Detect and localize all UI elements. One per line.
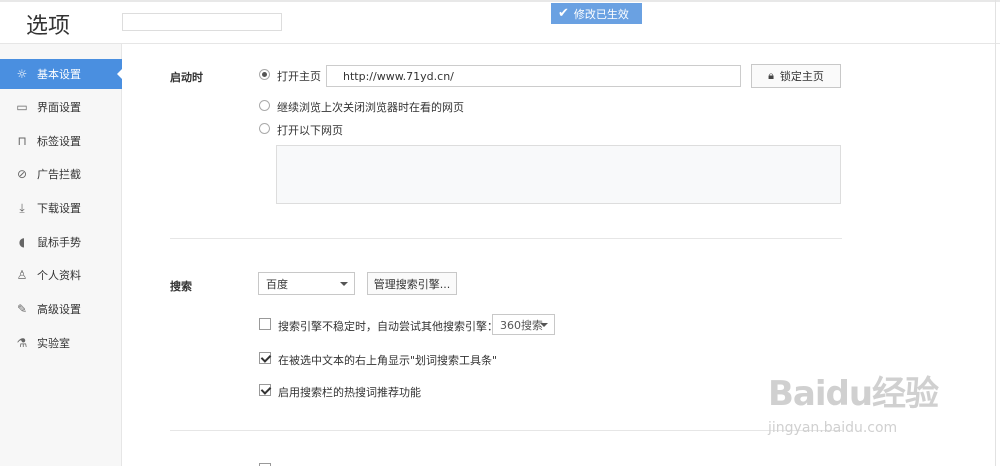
sidebar-item-lab[interactable]: ⚗ 实验室 <box>0 328 122 358</box>
search-section-label: 搜索 <box>170 280 192 293</box>
search-input[interactable] <box>122 13 282 31</box>
manage-search-engines-button[interactable]: 管理搜索引擎... <box>367 272 457 295</box>
sidebar-item-label: 广告拦截 <box>37 168 81 181</box>
watermark-brand: Baidu经验 <box>768 374 939 414</box>
top-border <box>0 0 1000 2</box>
fallback-engine-label: 搜索引擎不稳定时，自动尝试其他搜索引擎： <box>278 320 498 333</box>
search-toolbar-label: 在被选中文本的右上角显示"划词搜索工具条" <box>278 354 498 367</box>
checkmark-icon: ✔ <box>558 6 569 21</box>
baidu-watermark: Baidu经验 jingyan.baidu.com <box>768 356 958 446</box>
right-border <box>995 0 996 466</box>
pages-list-box[interactable] <box>276 145 841 204</box>
sidebar-item-download[interactable]: ⤓ 下载设置 <box>0 193 122 223</box>
startup-section-label: 启动时 <box>170 71 203 84</box>
sidebar-item-interface[interactable]: ▭ 界面设置 <box>0 92 122 122</box>
search-engine-select[interactable]: 百度 <box>258 272 355 295</box>
chevron-down-icon <box>540 322 548 327</box>
sidebar-item-label: 界面设置 <box>37 101 81 114</box>
sidebar-item-advanced[interactable]: ✎ 高级设置 <box>0 294 122 324</box>
sidebar-item-label: 鼠标手势 <box>37 236 81 249</box>
sidebar-item-profile[interactable]: ♙ 个人资料 <box>0 260 122 290</box>
sidebar-item-label: 高级设置 <box>37 303 81 316</box>
page-title: 选项 <box>26 14 71 39</box>
flask-icon: ⚗ <box>16 336 28 350</box>
sidebar-item-label: 基本设置 <box>37 68 81 81</box>
radio-open-pages[interactable] <box>259 123 270 134</box>
hot-words-label: 启用搜索栏的热搜词推荐功能 <box>278 386 421 399</box>
toast-text: 修改已生效 <box>573 7 629 21</box>
section-divider <box>170 238 842 239</box>
home-url-field[interactable]: http://www.71yd.cn/ <box>326 65 741 87</box>
chevron-down-icon <box>340 281 348 286</box>
radio-continue-label: 继续浏览上次关闭浏览器时在看的网页 <box>277 101 464 114</box>
user-icon: ♙ <box>16 268 28 282</box>
lock-icon: 🔒︎ <box>768 69 774 82</box>
hot-words-checkbox[interactable] <box>259 384 271 396</box>
block-icon: ⊘ <box>16 167 28 181</box>
radio-open-pages-label: 打开以下网页 <box>277 124 343 137</box>
gear-icon: ☼ <box>16 67 28 81</box>
sidebar-item-adblock[interactable]: ⊘ 广告拦截 <box>0 159 122 189</box>
lock-home-button[interactable]: 🔒︎ 锁定主页 <box>751 64 841 88</box>
sidebar: ☼ 基本设置 ▭ 界面设置 ⊓ 标签设置 ⊘ 广告拦截 ⤓ 下载设置 ◖ 鼠标手… <box>0 44 123 466</box>
radio-open-home[interactable] <box>259 69 270 80</box>
status-toast: ✔ 修改已生效 <box>551 3 642 24</box>
mouse-icon: ◖ <box>18 235 26 249</box>
radio-continue[interactable] <box>259 100 270 111</box>
sidebar-item-basic[interactable]: ☼ 基本设置 <box>0 59 123 89</box>
lock-home-label: 锁定主页 <box>779 70 824 83</box>
fallback-engine-select[interactable]: 360搜索 <box>492 314 555 335</box>
sidebar-item-label: 实验室 <box>37 337 70 350</box>
wrench-icon: ✎ <box>16 302 28 316</box>
sidebar-item-mouse[interactable]: ◖ 鼠标手势 <box>0 227 122 257</box>
fallback-engine-checkbox[interactable] <box>259 318 271 330</box>
sidebar-item-label: 下载设置 <box>37 202 81 215</box>
search-toolbar-checkbox[interactable] <box>259 352 271 364</box>
sidebar-item-label: 个人资料 <box>37 269 81 282</box>
sidebar-item-label: 标签设置 <box>37 135 81 148</box>
header-divider <box>0 43 1000 44</box>
radio-open-home-label: 打开主页 <box>277 70 321 83</box>
tab-icon: ⊓ <box>17 134 27 148</box>
watermark-url: jingyan.baidu.com <box>768 420 898 436</box>
search-engine-value: 百度 <box>266 277 288 291</box>
fallback-engine-value: 360搜索 <box>500 318 543 332</box>
window-icon: ▭ <box>16 100 28 114</box>
download-icon: ⤓ <box>19 200 25 215</box>
sidebar-item-tabs[interactable]: ⊓ 标签设置 <box>0 126 122 156</box>
section-divider <box>170 430 842 431</box>
